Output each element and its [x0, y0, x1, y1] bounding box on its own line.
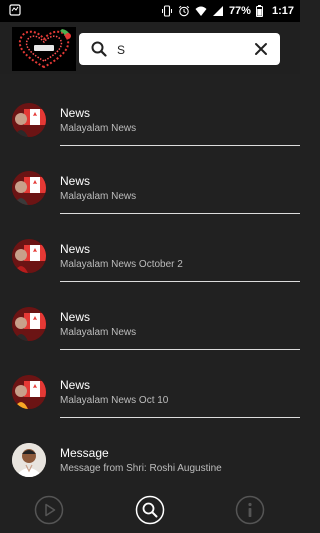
item-subtitle: Malayalam News: [60, 191, 137, 202]
app-logo[interactable]: [12, 27, 76, 71]
list-item[interactable]: News Malayalam News: [0, 98, 300, 166]
item-subtitle: Malayalam News October 2: [60, 259, 183, 270]
list-item[interactable]: News Malayalam News Oct 10: [0, 370, 300, 438]
item-subtitle: Malayalam News: [60, 123, 137, 134]
play-icon[interactable]: [34, 495, 64, 525]
item-title: News: [60, 174, 91, 188]
battery-percent: 77%: [228, 5, 251, 17]
divider: [60, 145, 300, 146]
item-title: News: [60, 106, 91, 120]
news-thumbnail-icon: [12, 239, 46, 273]
info-icon[interactable]: [235, 495, 265, 525]
item-subtitle: Malayalam News Oct 10: [60, 395, 169, 406]
item-title: News: [60, 310, 91, 324]
person-avatar-icon: [12, 443, 46, 477]
logo-heart-icon: [12, 27, 76, 71]
news-thumbnail-icon: [12, 307, 46, 341]
signal-icon: [212, 6, 223, 16]
vibrate-icon: [161, 5, 172, 17]
status-bar: 77% 1:17: [0, 0, 300, 22]
item-title: News: [60, 378, 91, 392]
bottom-nav: [0, 486, 300, 533]
alarm-icon: [178, 5, 190, 17]
notification-icon: [9, 4, 21, 16]
list-item[interactable]: News Malayalam News: [0, 302, 300, 370]
search-input[interactable]: [117, 33, 247, 65]
news-thumbnail-icon: [12, 103, 46, 137]
divider: [60, 417, 300, 418]
item-subtitle: Malayalam News: [60, 327, 137, 338]
news-thumbnail-icon: [12, 375, 46, 409]
battery-icon: [255, 5, 263, 17]
divider: [60, 213, 300, 214]
search-icon[interactable]: [91, 41, 107, 57]
results-list: News Malayalam News News Malayalam News: [0, 98, 300, 506]
search-bar: [79, 33, 280, 65]
list-item[interactable]: News Malayalam News October 2: [0, 234, 300, 302]
item-title: News: [60, 242, 91, 256]
list-item[interactable]: News Malayalam News: [0, 166, 300, 234]
item-title: Message: [60, 446, 109, 460]
header: [0, 22, 300, 74]
status-icons: 77% 1:17: [161, 3, 294, 19]
clock: 1:17: [271, 5, 294, 17]
news-thumbnail-icon: [12, 171, 46, 205]
item-subtitle: Message from Shri: Roshi Augustine: [60, 463, 222, 474]
nav-search-icon[interactable]: [135, 495, 165, 525]
divider: [60, 281, 300, 282]
close-icon[interactable]: [254, 42, 268, 56]
divider: [60, 349, 300, 350]
wifi-icon: [195, 6, 207, 16]
